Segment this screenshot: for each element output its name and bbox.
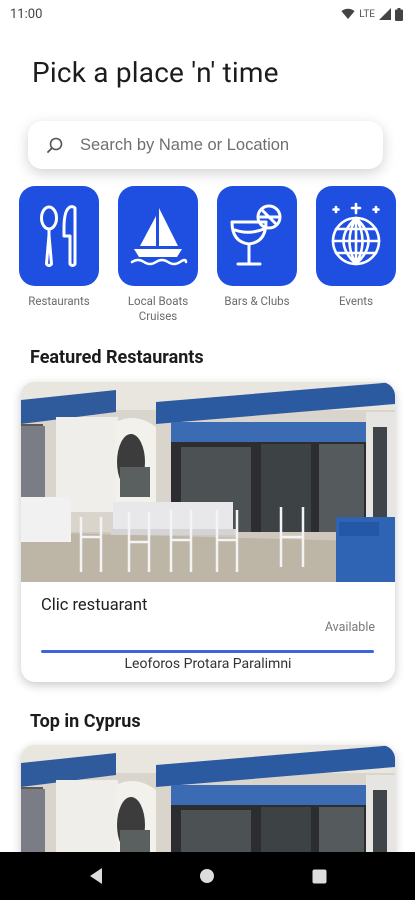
signal-icon bbox=[379, 8, 391, 20]
availability-status: Available bbox=[324, 620, 375, 635]
page-title: Pick a place 'n' time bbox=[32, 56, 279, 89]
disco-ball-icon bbox=[331, 202, 381, 266]
progress-fill bbox=[41, 650, 374, 653]
restaurant-photo bbox=[21, 382, 395, 582]
sailboat-icon bbox=[130, 208, 188, 266]
category-bars-clubs[interactable]: Bars & Clubs bbox=[216, 186, 298, 309]
cocktail-icon bbox=[230, 204, 282, 266]
recents-icon bbox=[312, 869, 327, 883]
wifi-icon bbox=[341, 8, 355, 19]
category-label: Restaurants bbox=[28, 294, 90, 308]
restaurant-name: Clic restuarant bbox=[41, 596, 148, 615]
category-tile[interactable] bbox=[118, 186, 198, 286]
category-events[interactable]: Events bbox=[315, 186, 397, 309]
restaurant-address: Leoforos Protara Paralimni bbox=[124, 656, 292, 672]
category-label: Bars & Clubs bbox=[224, 294, 290, 308]
top-section-title: Top in Cyprus bbox=[30, 711, 141, 732]
category-label: Events bbox=[338, 294, 374, 308]
network-type: LTE bbox=[359, 8, 375, 20]
back-button[interactable] bbox=[76, 856, 116, 896]
status-time: 11:00 bbox=[10, 6, 43, 22]
battery-icon bbox=[395, 7, 403, 21]
home-icon bbox=[200, 869, 215, 883]
category-tile[interactable] bbox=[316, 186, 396, 286]
back-icon bbox=[89, 868, 102, 884]
category-list: Restaurants Local Boats Cruises Bars & C bbox=[0, 186, 415, 336]
search-input[interactable] bbox=[78, 134, 362, 156]
cutlery-icon bbox=[40, 205, 77, 267]
category-tile[interactable] bbox=[19, 186, 99, 286]
category-label: Local Boats Cruises bbox=[127, 294, 189, 323]
featured-section-title: Featured Restaurants bbox=[30, 347, 204, 368]
status-bar: 11:00 LTE bbox=[0, 0, 415, 28]
restaurant-card[interactable]: Clic restuarant Available Leoforos Prota… bbox=[21, 382, 395, 682]
home-button[interactable] bbox=[187, 856, 227, 896]
recents-button[interactable] bbox=[299, 856, 339, 896]
category-tile[interactable] bbox=[217, 186, 297, 286]
search-bar[interactable] bbox=[28, 121, 383, 169]
system-navigation-bar bbox=[0, 852, 415, 900]
category-restaurants[interactable]: Restaurants bbox=[18, 186, 100, 309]
status-icons: LTE bbox=[341, 7, 403, 21]
availability-progress-bar bbox=[41, 650, 374, 653]
category-boats[interactable]: Local Boats Cruises bbox=[117, 186, 199, 324]
search-icon bbox=[46, 136, 64, 154]
